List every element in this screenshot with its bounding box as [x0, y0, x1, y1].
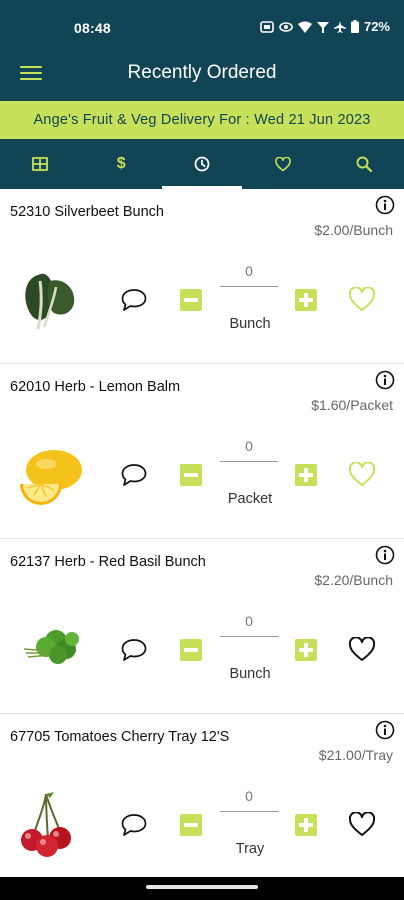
- status-icons: 72%: [260, 19, 390, 34]
- product-item: 52310 Silverbeet Bunch $2.00/Bunch 0 Bun…: [0, 189, 404, 364]
- quantity-input[interactable]: 0: [220, 263, 278, 287]
- quantity-input[interactable]: 0: [220, 613, 278, 637]
- quantity-input[interactable]: 0: [220, 438, 278, 462]
- clock-icon: [194, 156, 210, 172]
- dollar-icon: $: [116, 155, 126, 172]
- delivery-banner: Ange's Fruit & Veg Delivery For : Wed 21…: [0, 101, 404, 139]
- status-time: 08:48: [74, 20, 111, 36]
- silverbeet-image[interactable]: [16, 265, 84, 335]
- top-bar: 08:48 72% Recently Ordered: [0, 0, 404, 101]
- increase-quantity-button[interactable]: [295, 814, 317, 836]
- favorite-heart-icon[interactable]: [348, 462, 376, 488]
- system-navigation-bar: [0, 877, 404, 900]
- product-item: 62137 Herb - Red Basil Bunch $2.20/Bunch…: [0, 539, 404, 714]
- favorite-heart-icon[interactable]: [348, 812, 376, 838]
- product-price: $21.00/Tray: [318, 747, 393, 763]
- info-icon[interactable]: [375, 720, 395, 740]
- tab-favourites[interactable]: [242, 139, 323, 189]
- product-price: $2.20/Bunch: [314, 572, 393, 588]
- favorite-heart-icon[interactable]: [348, 637, 376, 663]
- product-name: 52310 Silverbeet Bunch: [10, 204, 164, 220]
- product-item: 62010 Herb - Lemon Balm $1.60/Packet 0 P…: [0, 364, 404, 539]
- page-title: Recently Ordered: [127, 62, 277, 83]
- cherries-image[interactable]: [16, 790, 84, 860]
- decrease-quantity-button[interactable]: [180, 289, 202, 311]
- favorite-heart-icon[interactable]: [348, 287, 376, 313]
- search-icon: [356, 156, 372, 172]
- increase-quantity-button[interactable]: [295, 289, 317, 311]
- wifi-icon: [297, 21, 312, 33]
- status-bar: 08:48 72%: [0, 0, 404, 56]
- unit-label: Bunch: [229, 666, 271, 682]
- lemon-image[interactable]: [16, 440, 84, 510]
- tab-categories[interactable]: [0, 139, 81, 189]
- unit-label: Bunch: [229, 316, 271, 332]
- product-price: $2.00/Bunch: [314, 222, 393, 238]
- app-bar: Recently Ordered: [0, 56, 404, 101]
- heart-icon: [274, 156, 291, 171]
- info-icon[interactable]: [375, 195, 395, 215]
- increase-quantity-button[interactable]: [295, 639, 317, 661]
- info-icon[interactable]: [375, 370, 395, 390]
- tab-recently-ordered[interactable]: [161, 139, 243, 189]
- data-saver-icon: [260, 20, 274, 33]
- battery-icon: [350, 20, 359, 33]
- quantity-input[interactable]: 0: [220, 788, 278, 812]
- comment-icon[interactable]: [120, 287, 148, 313]
- info-icon[interactable]: [375, 545, 395, 565]
- comment-icon[interactable]: [120, 462, 148, 488]
- grid-icon: [32, 157, 49, 171]
- product-name: 67705 Tomatoes Cherry Tray 12'S: [10, 729, 230, 745]
- herb-bunch-image[interactable]: [16, 615, 84, 685]
- product-name: 62137 Herb - Red Basil Bunch: [10, 554, 206, 570]
- airplane-icon: [333, 20, 346, 33]
- comment-icon[interactable]: [120, 637, 148, 663]
- tab-search[interactable]: [323, 139, 404, 189]
- product-name: 62010 Herb - Lemon Balm: [10, 379, 181, 395]
- unit-label: Packet: [227, 491, 273, 507]
- product-price: $1.60/Packet: [311, 397, 393, 413]
- increase-quantity-button[interactable]: [295, 464, 317, 486]
- product-item: 67705 Tomatoes Cherry Tray 12'S $21.00/T…: [0, 714, 404, 877]
- decrease-quantity-button[interactable]: [180, 814, 202, 836]
- product-list[interactable]: 52310 Silverbeet Bunch $2.00/Bunch 0 Bun…: [0, 189, 404, 877]
- eye-icon: [279, 21, 293, 32]
- decrease-quantity-button[interactable]: [180, 464, 202, 486]
- tab-bar: $: [0, 139, 404, 189]
- comment-icon[interactable]: [120, 812, 148, 838]
- signal-icon: [316, 21, 329, 33]
- battery-percent: 72%: [363, 19, 390, 34]
- decrease-quantity-button[interactable]: [180, 639, 202, 661]
- unit-label: Tray: [235, 841, 265, 857]
- home-gesture-handle[interactable]: [146, 885, 258, 889]
- tab-specials[interactable]: $: [81, 139, 162, 189]
